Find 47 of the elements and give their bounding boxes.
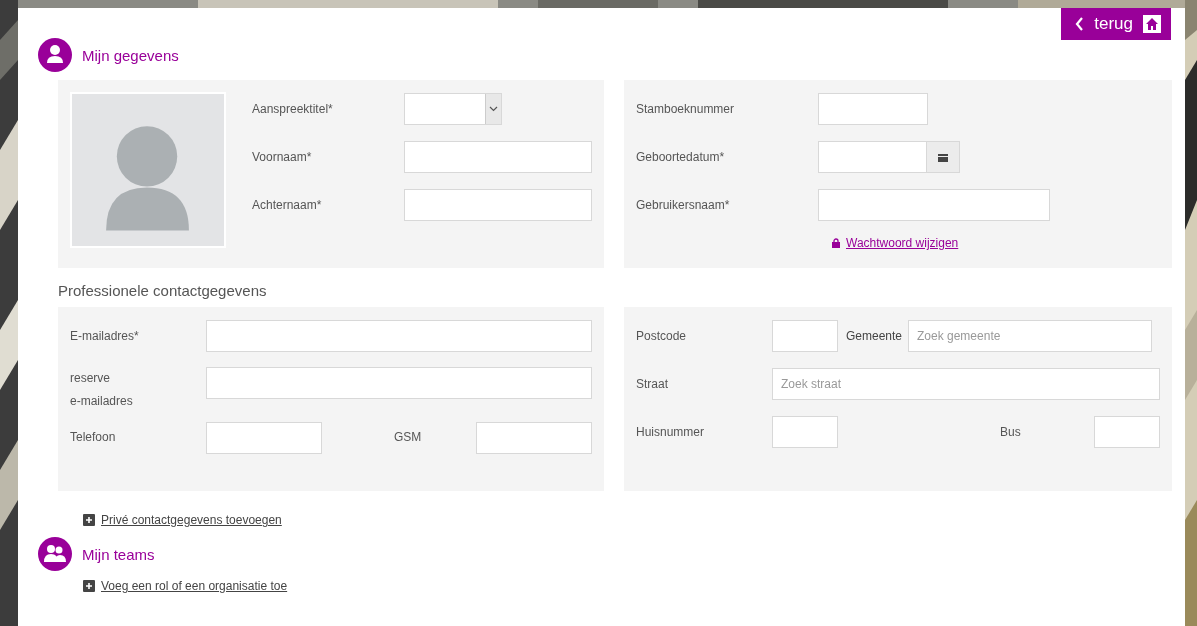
input-field[interactable] <box>404 141 592 173</box>
back-button[interactable]: terug <box>1061 8 1171 40</box>
avatar-placeholder-icon <box>70 92 226 248</box>
field-label: reserve e-mailadres <box>70 370 134 410</box>
date-field[interactable] <box>818 141 960 173</box>
field-label: Straat <box>636 375 669 393</box>
field-label: Achternaam* <box>252 196 323 214</box>
field-label: Telefoon <box>70 429 117 447</box>
lock-icon <box>832 238 840 248</box>
input-field[interactable] <box>206 421 322 454</box>
caret-icon <box>485 94 501 124</box>
field-label: Aanspreektitel* <box>252 100 334 118</box>
input-field[interactable] <box>206 367 592 399</box>
change-password-link[interactable]: Wachtwoord wijzigen <box>846 236 959 250</box>
field-label: Bus <box>1000 423 1022 441</box>
plus-icon <box>83 514 95 526</box>
input-field[interactable] <box>772 416 838 448</box>
field-label: E-mailadres* <box>70 327 140 345</box>
section-subtitle: Professionele contactgegevens <box>58 282 268 299</box>
field-label: Stamboeknummer <box>636 100 736 118</box>
input-field[interactable] <box>772 320 838 352</box>
field-label: GSM <box>394 429 423 447</box>
section-title: Mijn gegevens <box>82 46 179 64</box>
calendar-icon <box>938 152 948 162</box>
input-field[interactable] <box>818 93 928 125</box>
section-title: Mijn teams <box>82 545 155 563</box>
input-field[interactable] <box>476 421 592 454</box>
input-field[interactable] <box>404 189 592 221</box>
field-label: Huisnummer <box>636 423 705 441</box>
field-label: Gemeente <box>845 327 904 345</box>
field-label: Voornaam* <box>252 148 313 166</box>
input-field[interactable]: Zoek straat <box>772 368 1160 400</box>
user-icon <box>38 38 72 72</box>
field-label: Gebruikersnaam* <box>636 196 731 214</box>
add-private-contact-link[interactable]: Privé contactgegevens toevoegen <box>101 513 282 527</box>
input-field[interactable] <box>1094 416 1160 448</box>
plus-icon <box>83 580 95 592</box>
add-role-link[interactable]: Voeg een rol of een organisatie toe <box>101 579 288 593</box>
field-label: Geboortedatum* <box>636 148 726 166</box>
team-icon <box>38 537 72 571</box>
input-field[interactable]: Zoek gemeente <box>908 320 1152 352</box>
field-label: Postcode <box>636 327 688 345</box>
input-field[interactable] <box>818 189 1050 221</box>
chevron-left-icon <box>1075 17 1085 31</box>
select-field[interactable] <box>404 93 502 125</box>
input-field[interactable] <box>206 320 592 352</box>
home-icon <box>1143 15 1161 33</box>
